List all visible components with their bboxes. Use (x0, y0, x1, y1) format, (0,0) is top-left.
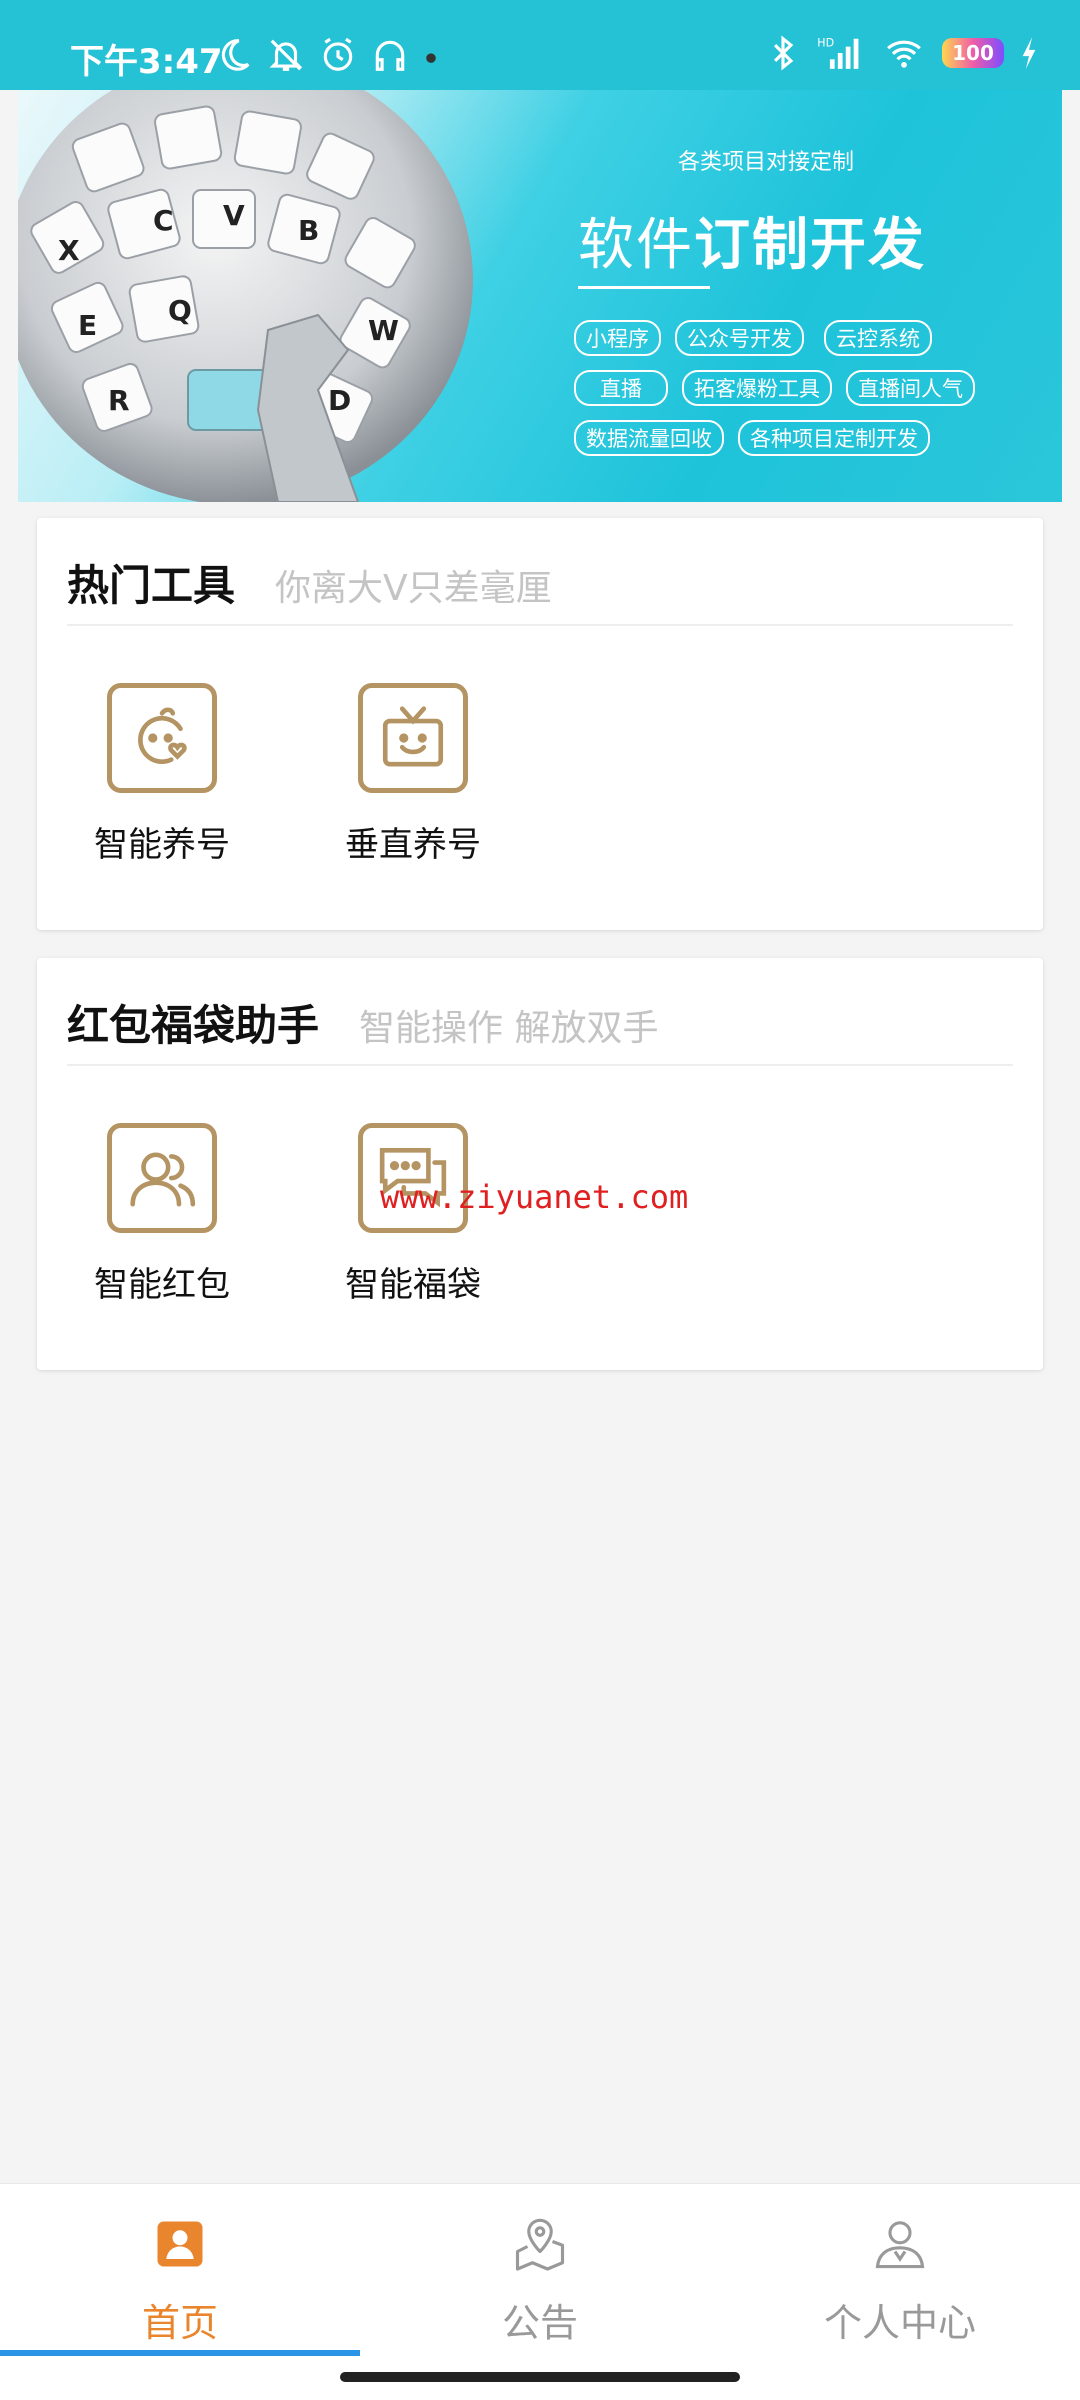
svg-text:Q: Q (168, 294, 192, 327)
divider (67, 624, 1013, 626)
hot-tools-card: 热门工具 你离大V只差毫厘 智能养号 垂直养号 (37, 518, 1043, 930)
tag-row: 数据流量回收 各种项目定制开发 (574, 420, 1062, 456)
charging-icon (1022, 37, 1036, 69)
tool-smart-nurture[interactable]: 智能养号 (72, 683, 252, 866)
tag: 数据流量回收 (574, 420, 724, 456)
signal-hd-icon: HD (817, 37, 859, 69)
map-pin-icon (515, 2218, 565, 2271)
tab-label: 首页 (141, 2301, 218, 2345)
tool-label: 智能红包 (94, 1265, 230, 1305)
banner-title: 软件订制开发 (578, 200, 926, 281)
hot-tools-subtitle: 你离大V只差毫厘 (275, 568, 552, 609)
svg-text:E: E (78, 309, 97, 342)
tab-profile[interactable]: 个人中心 (720, 2184, 1080, 2354)
banner-tags: 小程序 公众号开发 云控系统 直播 拓客爆粉工具 直播间人气 数据流量回收 各种… (574, 320, 1062, 470)
status-time: 下午3:47 (70, 42, 223, 82)
svg-text:B: B (298, 214, 319, 247)
tag: 公众号开发 (675, 320, 804, 356)
tag: 云控系统 (824, 320, 932, 356)
svg-text:C: C (153, 204, 174, 237)
tag-row: 小程序 公众号开发 云控系统 (574, 320, 1062, 356)
promo-banner[interactable]: C V B Q E W X R D 各类项目对接定制 软件订制开发 小程序 公众号开发 云控… (18, 90, 1062, 502)
svg-text:W: W (368, 314, 399, 347)
status-bar: 下午3:47 HD 100 (0, 0, 1080, 90)
home-gesture-handle[interactable] (340, 2372, 740, 2382)
moon-icon (221, 39, 250, 71)
tv-smile-icon (358, 683, 468, 793)
svg-text:X: X (58, 234, 80, 267)
tab-home[interactable]: 首页 (0, 2184, 360, 2354)
tab-announcement[interactable]: 公告 (360, 2184, 720, 2354)
tag-row: 直播 拓客爆粉工具 直播间人气 (574, 370, 1062, 406)
users-icon (107, 1123, 217, 1233)
tag: 拓客爆粉工具 (682, 370, 832, 406)
banner-title-bold: 订制开发 (694, 213, 926, 278)
tool-label: 智能福袋 (345, 1265, 481, 1305)
user-icon (875, 2221, 925, 2269)
banner-title-light: 软件 (578, 213, 694, 278)
svg-text:D: D (328, 384, 351, 417)
tool-label: 智能养号 (94, 825, 230, 865)
banner-subtitle: 各类项目对接定制 (678, 150, 855, 175)
watermark-text: www.ziyuanet.com (380, 1178, 689, 1216)
redpacket-title: 红包福袋助手 (67, 1001, 320, 1050)
redpacket-subtitle: 智能操作 解放双手 (359, 1008, 659, 1049)
tag: 直播间人气 (846, 370, 975, 406)
tab-label: 个人中心 (823, 2301, 976, 2345)
tool-vertical-nurture[interactable]: 垂直养号 (323, 683, 503, 866)
banner-underline (578, 286, 710, 289)
tag: 直播 (574, 370, 668, 406)
battery-icon: 100 (942, 38, 1004, 68)
svg-text:HD: HD (817, 37, 834, 50)
redpacket-card: 红包福袋助手 智能操作 解放双手 智能红包 智能福袋 (37, 958, 1043, 1370)
active-tab-indicator (0, 2350, 360, 2356)
divider (67, 1064, 1013, 1066)
home-profile-icon (157, 2221, 203, 2267)
notification-dot-icon (426, 53, 436, 63)
tab-label: 公告 (501, 2301, 578, 2345)
tool-label: 垂直养号 (345, 825, 481, 865)
bluetooth-icon (773, 35, 794, 71)
bell-off-icon (269, 39, 303, 71)
tag: 各种项目定制开发 (738, 420, 930, 456)
svg-text:V: V (223, 199, 245, 232)
tag: 小程序 (574, 320, 661, 356)
wifi-icon (887, 40, 921, 68)
tool-smart-redpacket[interactable]: 智能红包 (72, 1123, 252, 1306)
baby-face-icon (107, 683, 217, 793)
keyboard-sphere-illustration: C V B Q E W X R D (18, 90, 473, 502)
svg-text:R: R (108, 384, 130, 417)
bottom-tab-bar: 首页 公告 个人中心 (0, 2183, 1080, 2400)
alarm-icon (323, 37, 353, 71)
headphones-icon (375, 40, 405, 71)
hot-tools-title: 热门工具 (67, 561, 236, 610)
